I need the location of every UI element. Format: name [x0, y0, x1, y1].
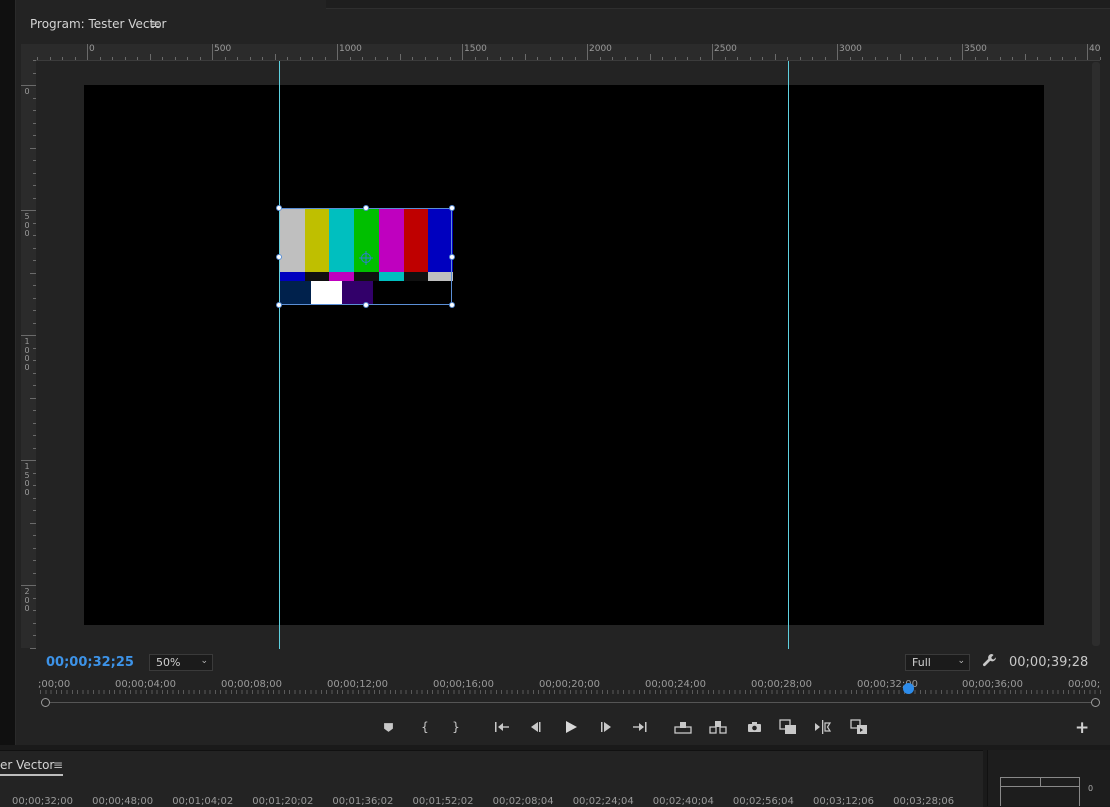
quality-value: Full: [912, 656, 931, 669]
transform-handle[interactable]: [276, 302, 282, 308]
timeline-ruler-label: 00;02;56;04: [732, 796, 794, 807]
timeline-time-label: 00;00;20;00: [539, 679, 601, 690]
timeline-ruler-label: 00;01;52;02: [412, 796, 474, 807]
left-panel-edge: [0, 0, 16, 745]
ruler-top-label: 3000: [839, 44, 862, 54]
timeline-time-label: 00;00;36;00: [962, 679, 1024, 690]
timeline-ruler-label: 00;00;48;00: [92, 796, 154, 807]
transform-handle[interactable]: [449, 205, 455, 211]
ruler-left-label: 500: [24, 212, 30, 238]
timeline-end-handle[interactable]: [1091, 698, 1100, 707]
timeline-time-label: 00;00;08;00: [221, 679, 283, 690]
transform-handle[interactable]: [276, 205, 282, 211]
ruler-top-label: 40: [1089, 44, 1101, 54]
timeline-time-label: 00;00;24;00: [645, 679, 707, 690]
trim-button[interactable]: [814, 718, 832, 736]
transform-handle[interactable]: [276, 254, 282, 260]
timeline-ruler-label: 00;02;40;04: [652, 796, 714, 807]
timeline-ruler-label: 00;02;08;04: [492, 796, 554, 807]
timeline-ruler-label: 00;03;28;06: [893, 796, 955, 807]
ruler-left: 0 500 1000 1500 200: [21, 60, 37, 649]
multicam-button[interactable]: [850, 718, 868, 736]
timeline-time-label: 00;00;28;00: [751, 679, 813, 690]
guide-line-right[interactable]: [788, 61, 789, 649]
transform-handle[interactable]: [449, 302, 455, 308]
timeline-ruler-label: 00;01;04;02: [172, 796, 234, 807]
top-strip: [326, 0, 1110, 9]
timeline-time-label: 00;00;12;00: [327, 679, 389, 690]
go-to-in-button[interactable]: [493, 718, 511, 736]
duration-timecode: 00;00;39;28: [1009, 655, 1089, 670]
ruler-top-label: 3500: [964, 44, 987, 54]
timeline-ruler-label: 00;00;32;00: [12, 796, 74, 807]
timeline-ruler-label: 00;03;12;06: [813, 796, 875, 807]
ruler-top-label: 1000: [339, 44, 362, 54]
timeline-time-label: 00;00;04;00: [115, 679, 177, 690]
playhead[interactable]: [903, 683, 914, 694]
transform-handle[interactable]: [363, 205, 369, 211]
ruler-top-label: 1500: [464, 44, 487, 54]
timeline-time-label: 00;00;: [1068, 679, 1101, 690]
transform-handle[interactable]: [449, 254, 455, 260]
chevron-down-icon: ⌄: [200, 656, 208, 666]
meter-zero-label: 0: [1088, 784, 1094, 793]
current-timecode[interactable]: 00;00;32;25: [46, 655, 134, 670]
ruler-top-label: 500: [214, 44, 232, 54]
zoom-level-select[interactable]: 50% ⌄: [149, 654, 213, 671]
ruler-top-label: 2000: [589, 44, 612, 54]
meter-line: [1001, 786, 1079, 787]
wrench-icon[interactable]: [982, 653, 997, 672]
step-back-button[interactable]: [527, 718, 545, 736]
timeline-start-handle[interactable]: [41, 698, 50, 707]
timeline-panel-menu-icon[interactable]: ≡: [53, 758, 63, 772]
ruler-left-label: 200: [24, 587, 30, 613]
anchor-point-icon[interactable]: [359, 250, 373, 265]
add-button[interactable]: +: [1075, 718, 1089, 738]
ruler-top-label: 0: [89, 44, 95, 54]
mini-timeline[interactable]: ;00;00 00;00;04;00 00;00;08;00 00;00;12;00 0…: [38, 677, 1106, 711]
playback-resolution-select[interactable]: Full ⌄: [905, 654, 970, 671]
timeline-ruler-label: 00;01;36;02: [332, 796, 394, 807]
add-marker-button[interactable]: [379, 718, 397, 736]
guide-line-left[interactable]: [279, 61, 280, 649]
lift-button[interactable]: [674, 718, 692, 736]
viewer-scrollbar[interactable]: [1092, 62, 1100, 646]
timeline-time-label: ;00;00: [38, 679, 71, 690]
timeline-time-label: 00;00;16;00: [433, 679, 495, 690]
ruler-left-label: 1000: [24, 337, 30, 372]
camera-icon[interactable]: [745, 718, 763, 736]
mark-in-button[interactable]: {: [416, 718, 434, 736]
extract-button[interactable]: [709, 718, 727, 736]
go-to-out-button[interactable]: [631, 718, 649, 736]
zoom-value: 50%: [156, 656, 181, 669]
transform-handle[interactable]: [363, 302, 369, 308]
active-tab-underline: [0, 774, 63, 776]
comparison-view-button[interactable]: [779, 718, 797, 736]
ruler-left-label: 0: [24, 87, 30, 96]
timeline-panel-title[interactable]: er Vector: [0, 758, 54, 772]
ruler-left-label: 1500: [24, 462, 30, 497]
ruler-top: 0 500 1000 1500 2000 2500 3000 3500 40: [36, 44, 1101, 61]
timeline-ticks: [40, 690, 1104, 694]
panel-title[interactable]: Program: Tester Vector: [30, 17, 167, 31]
timeline-ruler-label: 00;01;20;02: [252, 796, 314, 807]
ruler-top-label: 2500: [714, 44, 737, 54]
chevron-down-icon: ⌄: [957, 656, 965, 666]
play-button[interactable]: [562, 718, 580, 736]
panel-menu-icon[interactable]: ≡: [150, 17, 160, 31]
ruler-corner: [21, 44, 36, 60]
mark-out-button[interactable]: }: [447, 718, 465, 736]
video-frame[interactable]: [84, 85, 1044, 625]
timeline-ruler[interactable]: 00;00;32;00 00;00;48;00 00;01;04;02 00;01;2…: [0, 790, 983, 807]
step-forward-button[interactable]: [597, 718, 615, 736]
timeline-ruler-label: 00;02;24;04: [572, 796, 634, 807]
timeline-track[interactable]: [44, 702, 1098, 703]
